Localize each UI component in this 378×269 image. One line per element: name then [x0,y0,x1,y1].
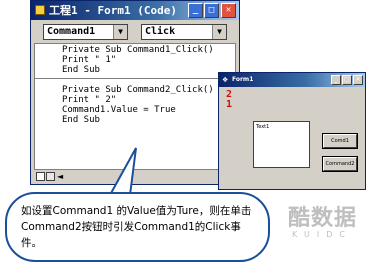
watermark: 酷数据 KUIDC [288,200,357,239]
watermark-text: 酷数据 [288,206,358,231]
callout-text: 如设置Command1 的Value值为Ture，则在单击Command2按钮时… [21,205,252,249]
callout-bubble: 如设置Command1 的Value值为Ture，则在单击Command2按钮时… [5,192,270,262]
watermark-subtext: KUIDC [292,230,352,239]
